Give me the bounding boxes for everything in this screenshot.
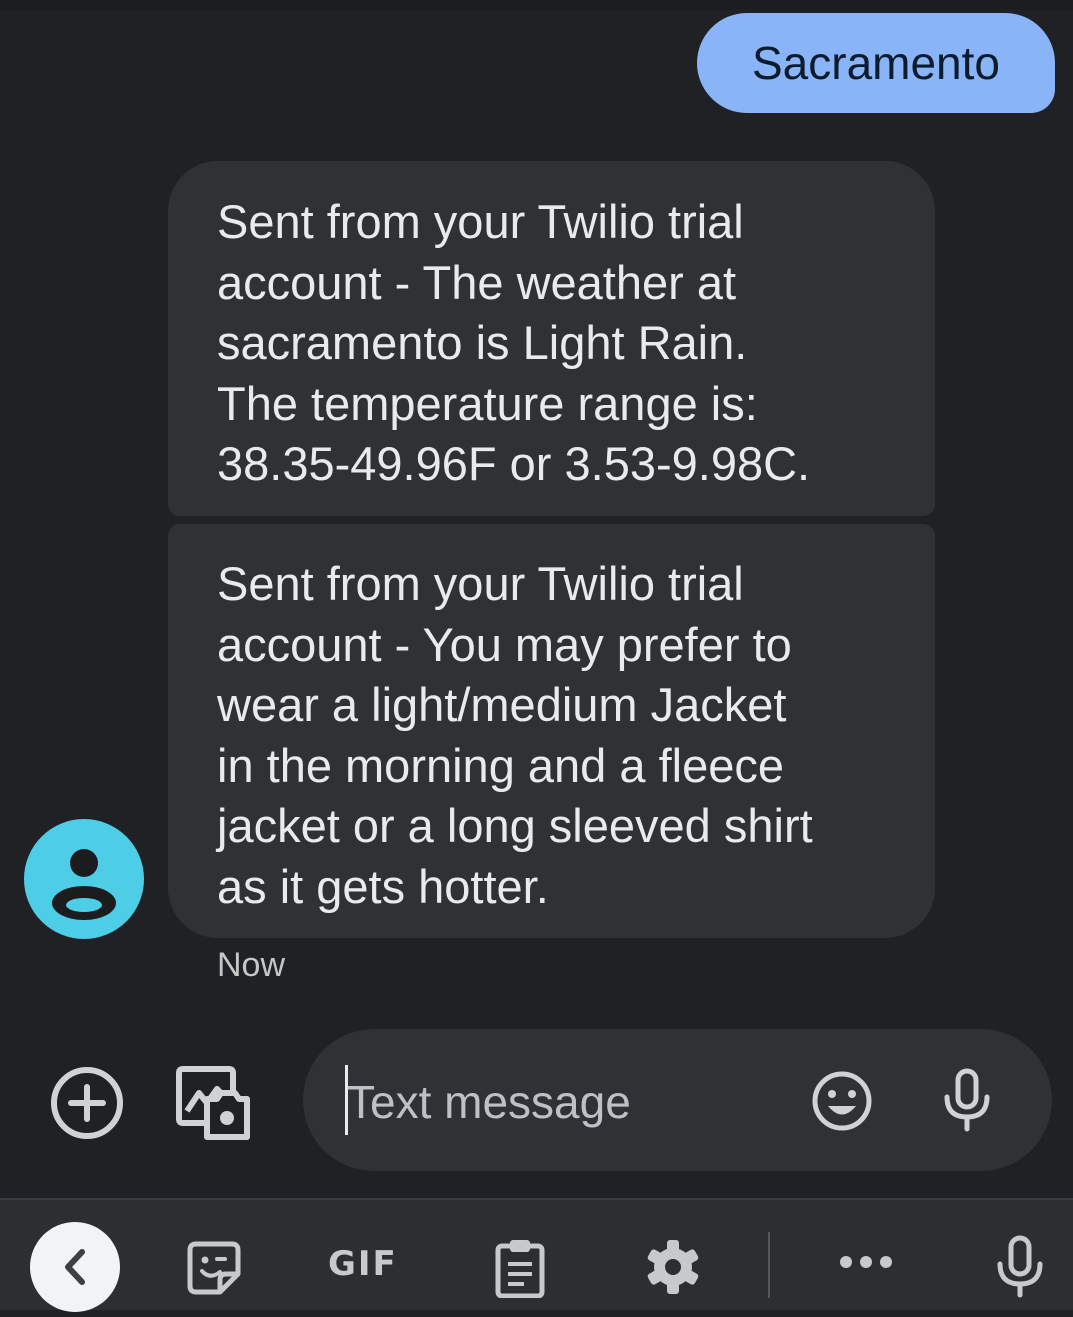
keyboard-settings-button[interactable] xyxy=(644,1238,702,1301)
received-message-bubble[interactable]: Sent from your Twilio trial account - Yo… xyxy=(168,524,935,938)
emoji-icon xyxy=(812,1071,872,1131)
more-icon xyxy=(840,1256,892,1268)
sticker-icon xyxy=(187,1241,241,1295)
contact-avatar[interactable] xyxy=(24,819,144,939)
message-timestamp: Now xyxy=(217,946,286,984)
emoji-button[interactable] xyxy=(810,1069,874,1133)
keyboard-toolbar: GIF xyxy=(0,1198,1073,1312)
sticker-button[interactable] xyxy=(186,1240,242,1301)
gif-button[interactable]: GIF xyxy=(328,1244,398,1284)
gear-icon xyxy=(647,1240,699,1294)
sent-message-bubble[interactable]: Sacramento xyxy=(697,13,1055,113)
received-message-text: Sent from your Twilio trial account - Yo… xyxy=(217,557,813,913)
image-camera-icon xyxy=(176,1066,250,1140)
back-chevron-icon xyxy=(65,1249,85,1285)
add-circle-icon xyxy=(51,1067,123,1139)
received-message-text: Sent from your Twilio trial account - Th… xyxy=(217,195,811,490)
person-icon xyxy=(52,849,116,920)
received-message-bubble[interactable]: Sent from your Twilio trial account - Th… xyxy=(168,161,935,516)
clipboard-button[interactable] xyxy=(494,1238,546,1303)
add-attachment-button[interactable] xyxy=(47,1063,127,1143)
toolbar-divider xyxy=(768,1232,770,1298)
top-edge xyxy=(0,0,1073,10)
voice-input-button[interactable] xyxy=(935,1067,999,1133)
more-options-button[interactable] xyxy=(838,1252,894,1277)
clipboard-icon xyxy=(495,1240,545,1299)
compose-field[interactable] xyxy=(303,1029,1052,1171)
keyboard-voice-button[interactable] xyxy=(992,1234,1048,1303)
keyboard-back-button[interactable] xyxy=(30,1222,120,1312)
message-input[interactable] xyxy=(347,1072,787,1132)
sent-message-text: Sacramento xyxy=(751,37,1000,89)
mic-icon xyxy=(997,1235,1043,1298)
media-gallery-button[interactable] xyxy=(173,1063,253,1143)
mic-icon xyxy=(944,1068,990,1132)
